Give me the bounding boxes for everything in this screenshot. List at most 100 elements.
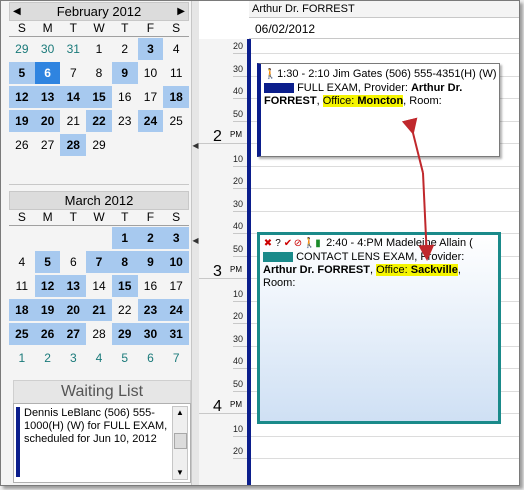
calendar-day[interactable]: 16 <box>138 275 164 297</box>
calendar-day[interactable]: 15 <box>86 86 112 108</box>
calendar-day[interactable]: 27 <box>35 134 61 156</box>
calendar-day[interactable]: 3 <box>60 347 86 369</box>
calendar-week: 123 <box>9 226 190 250</box>
weekday-label: W <box>86 210 112 226</box>
calendar-day[interactable]: 31 <box>163 323 190 345</box>
calendar-day[interactable]: 14 <box>86 275 112 297</box>
calendar-day[interactable]: 31 <box>60 38 86 60</box>
calendar-day[interactable]: 17 <box>138 86 164 108</box>
scroll-thumb[interactable] <box>174 433 187 449</box>
weekday-label: T <box>111 210 138 226</box>
calendar-day[interactable]: 14 <box>60 86 87 108</box>
weekday-label: S <box>9 21 35 37</box>
collapse-arrow-icon[interactable]: ◀ <box>192 141 199 150</box>
next-month-icon[interactable]: ▶ <box>177 3 185 20</box>
calendar-day[interactable]: 6 <box>60 251 86 273</box>
calendar-day[interactable]: 7 <box>60 62 86 84</box>
calendar-day[interactable]: 3 <box>163 227 190 249</box>
waiting-list[interactable]: Dennis LeBlanc (506) 555-1000(H) (W) for… <box>13 403 191 483</box>
calendar-day[interactable]: 30 <box>137 323 164 345</box>
calendar-day[interactable]: 8 <box>111 251 138 273</box>
waiting-list-scrollbar[interactable]: ▲ ▼ <box>172 406 188 480</box>
prev-month-icon[interactable]: ◀ <box>13 3 21 20</box>
calendar-day[interactable]: 23 <box>137 299 164 321</box>
calendar-week: 29 30 31 1 2 3 4 <box>9 37 189 61</box>
calendar-day[interactable]: 2 <box>112 38 138 60</box>
weekday-label: W <box>86 21 112 37</box>
weekday-label: S <box>9 210 35 226</box>
calendar-day[interactable]: 23 <box>112 110 138 132</box>
calendar-day[interactable]: 29 <box>111 323 138 345</box>
calendar-day[interactable]: 24 <box>163 299 190 321</box>
calendar-day[interactable]: 21 <box>60 110 86 132</box>
calendar-day[interactable]: 2 <box>35 347 61 369</box>
calendar-day[interactable]: 26 <box>34 323 61 345</box>
calendar-day[interactable]: 12 <box>34 275 61 297</box>
calendar-day[interactable]: 6 <box>34 62 61 84</box>
scroll-up-icon[interactable]: ▲ <box>173 407 187 419</box>
weekday-label: T <box>60 210 87 226</box>
weekday-label: F <box>137 21 164 37</box>
waiting-list-title: Waiting List <box>13 380 191 404</box>
calendar-day[interactable]: 7 <box>163 347 189 369</box>
calendar-day[interactable]: 13 <box>60 275 87 297</box>
calendar-day[interactable]: 4 <box>86 347 112 369</box>
calendar-day[interactable]: 9 <box>111 62 138 84</box>
calendar-day[interactable]: 9 <box>137 251 164 273</box>
calendar-day[interactable]: 1 <box>86 38 112 60</box>
calendar-day[interactable]: 4 <box>9 251 35 273</box>
calendar-day[interactable]: 17 <box>163 275 189 297</box>
calendar-day[interactable]: 11 <box>9 275 35 297</box>
connector-arrow <box>401 117 435 261</box>
calendar-day[interactable]: 29 <box>86 134 112 156</box>
calendar-day[interactable]: 22 <box>112 299 138 321</box>
scroll-down-icon[interactable]: ▼ <box>173 467 187 479</box>
weekday-label: T <box>111 21 138 37</box>
calendar-day[interactable]: 1 <box>111 227 138 249</box>
calendar-day[interactable]: 16 <box>112 86 138 108</box>
calendar-day[interactable]: 18 <box>163 86 190 108</box>
weekday-label: M <box>34 210 61 226</box>
calendar-day[interactable]: 4 <box>163 38 189 60</box>
calendar-day <box>138 134 164 156</box>
calendar-day[interactable]: 28 <box>60 134 87 156</box>
calendar-day[interactable]: 5 <box>34 251 61 273</box>
calendar-day[interactable]: 19 <box>9 110 35 132</box>
divider <box>9 184 189 185</box>
weekday-label: T <box>60 21 87 37</box>
calendar-day[interactable]: 29 <box>9 38 35 60</box>
calendar-day[interactable]: 8 <box>86 62 112 84</box>
calendar-day[interactable]: 19 <box>34 299 61 321</box>
calendar-day[interactable]: 22 <box>86 110 112 132</box>
weekday-label: S <box>163 21 190 37</box>
calendar-week: 19 20 21 22 23 24 25 <box>9 109 189 133</box>
calendar-day[interactable]: 25 <box>163 110 189 132</box>
collapse-arrow-icon[interactable]: ◀ <box>192 236 199 245</box>
waiting-list-item[interactable]: Dennis LeBlanc (506) 555-1000(H) (W) for… <box>16 407 174 477</box>
calendar-day[interactable]: 27 <box>60 323 87 345</box>
calendar-day[interactable]: 6 <box>138 347 164 369</box>
calendar-day[interactable]: 5 <box>112 347 138 369</box>
schedule-view: Arthur Dr. FORREST 06/02/2012 20 30 40 50 2 P… <box>199 1 519 485</box>
calendar-day[interactable]: 26 <box>9 134 35 156</box>
calendar-day[interactable]: 25 <box>9 323 35 345</box>
calendar-day[interactable]: 13 <box>34 86 61 108</box>
calendar-day[interactable]: 15 <box>111 275 138 297</box>
calendar-day[interactable]: 11 <box>163 62 189 84</box>
calendar-day[interactable]: 2 <box>137 227 164 249</box>
calendar-day[interactable]: 3 <box>137 38 164 60</box>
calendar-day[interactable]: 12 <box>9 86 35 108</box>
calendar-day[interactable]: 10 <box>138 62 164 84</box>
calendar-day[interactable]: 21 <box>86 299 112 321</box>
calendar-day[interactable]: 20 <box>34 110 61 132</box>
calendar-day[interactable]: 28 <box>86 323 112 345</box>
calendar-day[interactable]: 7 <box>86 251 112 273</box>
calendar-day[interactable]: 30 <box>35 38 61 60</box>
calendar-day[interactable]: 24 <box>137 110 164 132</box>
calendar-day[interactable]: 1 <box>9 347 35 369</box>
calendar-day[interactable]: 20 <box>60 299 87 321</box>
calendar-day[interactable]: 18 <box>9 299 35 321</box>
weekday-label: M <box>34 21 61 37</box>
calendar-day[interactable]: 10 <box>163 251 190 273</box>
calendar-day[interactable]: 5 <box>9 62 35 84</box>
